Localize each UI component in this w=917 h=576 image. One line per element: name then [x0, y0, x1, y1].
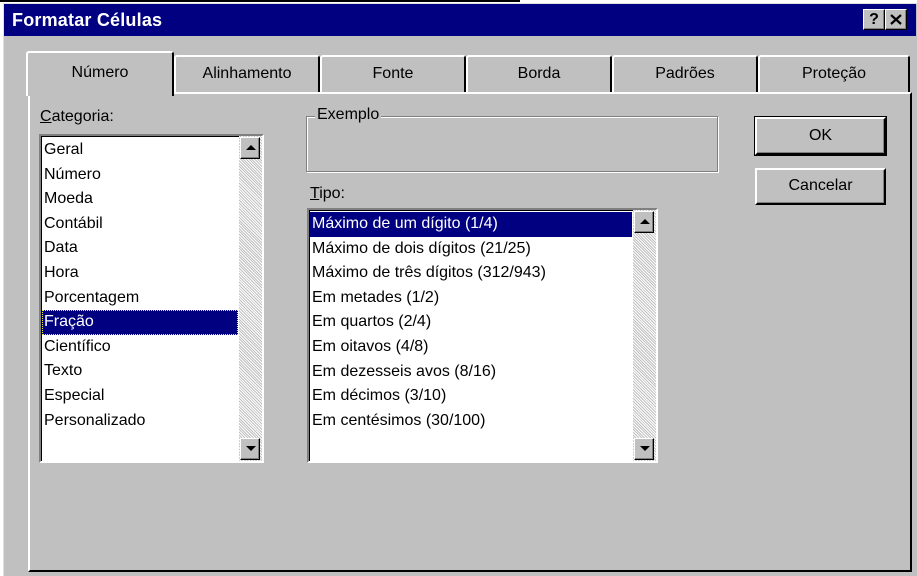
category-list-item[interactable]: Científico: [42, 335, 238, 360]
cancel-button[interactable]: Cancelar: [755, 168, 886, 205]
category-list-item[interactable]: Especial: [42, 384, 238, 409]
type-listbox[interactable]: Máximo de um dígito (1/4) Máximo de dois …: [307, 208, 658, 463]
example-groupbox: Exemplo: [306, 106, 718, 172]
category-list-item[interactable]: Hora: [42, 261, 238, 286]
tab-protecao[interactable]: Proteção: [758, 55, 910, 93]
close-icon: [890, 14, 902, 25]
title-bar[interactable]: Formatar Células ?: [4, 4, 916, 36]
category-scrollbar[interactable]: [239, 136, 262, 461]
type-label: Tipo:: [310, 185, 345, 202]
close-button[interactable]: [885, 9, 907, 30]
category-listbox[interactable]: Geral Número Moeda Contábil Data Hora Porcenta…: [39, 134, 264, 463]
category-list-item[interactable]: Texto: [42, 359, 238, 384]
example-label: Exemplo: [315, 106, 382, 124]
type-list-item[interactable]: Em metades (1/2): [310, 286, 632, 311]
top-edge-line: [0, 0, 520, 2]
tab-padroes[interactable]: Padrões: [612, 55, 758, 93]
help-button[interactable]: ?: [863, 9, 885, 30]
type-list-item[interactable]: Máximo de dois dígitos (21/25): [310, 237, 632, 262]
dialog-title: Formatar Células: [12, 10, 163, 30]
tab-borda[interactable]: Borda: [466, 55, 612, 93]
type-list-item[interactable]: Em décimos (3/10): [310, 384, 632, 409]
type-list-item[interactable]: Em centésimos (30/100): [310, 409, 632, 434]
tab-numero[interactable]: Número: [26, 51, 174, 96]
category-list-item[interactable]: Contábil: [42, 212, 238, 237]
type-list-item[interactable]: Em quartos (2/4): [310, 310, 632, 335]
category-list: Geral Número Moeda Contábil Data Hora Porcenta…: [42, 138, 238, 433]
type-list: Máximo de um dígito (1/4) Máximo de dois …: [310, 212, 632, 433]
ok-button[interactable]: OK: [754, 116, 887, 156]
category-list-item[interactable]: Geral: [42, 138, 238, 163]
scroll-down-arrow-icon: [246, 446, 256, 451]
scroll-down-arrow-icon: [640, 446, 650, 451]
category-list-item[interactable]: Data: [42, 236, 238, 261]
category-list-item[interactable]: Moeda: [42, 187, 238, 212]
type-list-item[interactable]: Em oitavos (4/8): [310, 335, 632, 360]
category-scroll-down-button[interactable]: [240, 438, 260, 460]
type-scroll-up-button[interactable]: [634, 211, 654, 233]
type-scrollbar[interactable]: [633, 210, 656, 461]
type-scroll-down-button[interactable]: [634, 438, 654, 460]
format-cells-dialog: Formatar Células ? Número Alinhamento Fo…: [3, 3, 917, 576]
tab-alinhamento[interactable]: Alinhamento: [174, 55, 320, 93]
category-label: Categoria:: [40, 108, 114, 125]
category-list-item[interactable]: Porcentagem: [42, 286, 238, 311]
scroll-up-arrow-icon: [640, 219, 650, 224]
category-list-item[interactable]: Número: [42, 163, 238, 188]
category-list-item[interactable]: Personalizado: [42, 409, 238, 434]
category-scroll-up-button[interactable]: [240, 137, 260, 159]
type-list-item[interactable]: Máximo de um dígito (1/4): [310, 212, 632, 237]
tab-fonte[interactable]: Fonte: [320, 55, 466, 93]
category-list-item[interactable]: Fração: [42, 310, 238, 335]
type-list-item[interactable]: Em dezesseis avos (8/16): [310, 360, 632, 385]
type-list-item[interactable]: Máximo de três dígitos (312/943): [310, 261, 632, 286]
scroll-up-arrow-icon: [246, 145, 256, 150]
